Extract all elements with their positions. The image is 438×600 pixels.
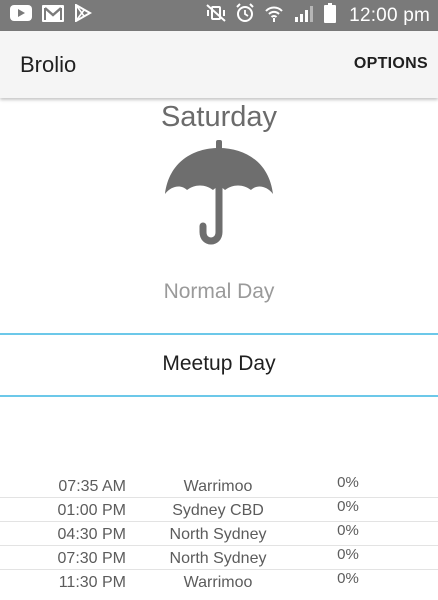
schedule-time: 07:35 AM	[58, 478, 126, 495]
schedule-chance: 0%	[337, 522, 359, 539]
umbrella-icon	[163, 140, 275, 248]
schedule-chance: 0%	[337, 474, 359, 491]
meetup-day-button[interactable]: Meetup Day	[0, 333, 438, 397]
schedule-row[interactable]: 01:00 PM Sydney CBD 0%	[0, 498, 438, 522]
status-clock: 12:00 pm	[349, 4, 430, 26]
app-bar: Brolio OPTIONS	[0, 31, 438, 98]
day-type-label: Normal Day	[163, 280, 275, 303]
schedule-time: 01:00 PM	[57, 502, 126, 519]
gmail-icon	[42, 4, 64, 27]
status-left-icons	[10, 0, 93, 31]
schedule-place: Warrimoo	[183, 574, 253, 591]
schedule-place: North Sydney	[169, 550, 267, 567]
signal-icon	[293, 4, 315, 27]
meetup-day-label: Meetup Day	[162, 352, 276, 375]
schedule-place: Sydney CBD	[172, 502, 264, 519]
schedule-place: Warrimoo	[183, 478, 253, 495]
schedule-row[interactable]: 07:30 PM North Sydney 0%	[0, 546, 438, 570]
play-store-icon	[74, 3, 93, 27]
day-name: Saturday	[160, 101, 278, 133]
battery-icon	[324, 3, 337, 28]
vibrate-mute-icon	[206, 4, 226, 27]
app-title: Brolio	[20, 52, 77, 77]
alarm-icon	[235, 3, 255, 28]
status-bar: 12:00 pm	[0, 0, 438, 31]
schedule-time: 11:30 PM	[58, 574, 126, 591]
schedule-chance: 0%	[337, 546, 359, 563]
wifi-icon	[264, 3, 284, 28]
schedule-chance: 0%	[337, 570, 359, 587]
schedule-chance: 0%	[337, 498, 359, 515]
schedule-row[interactable]: 04:30 PM North Sydney 0%	[0, 522, 438, 546]
schedule-row[interactable]: 11:30 PM Warrimoo 0%	[0, 570, 438, 593]
schedule-time: 04:30 PM	[57, 526, 126, 543]
schedule-time: 07:30 PM	[57, 550, 126, 567]
schedule-place: North Sydney	[169, 526, 267, 543]
youtube-icon	[10, 5, 32, 26]
schedule-list: 07:35 AM Warrimoo 0% 01:00 PM Sydney CBD…	[0, 474, 438, 593]
status-right-icons: 12:00 pm	[206, 0, 430, 31]
options-button[interactable]: OPTIONS	[354, 55, 428, 73]
schedule-row[interactable]: 07:35 AM Warrimoo 0%	[0, 474, 438, 498]
